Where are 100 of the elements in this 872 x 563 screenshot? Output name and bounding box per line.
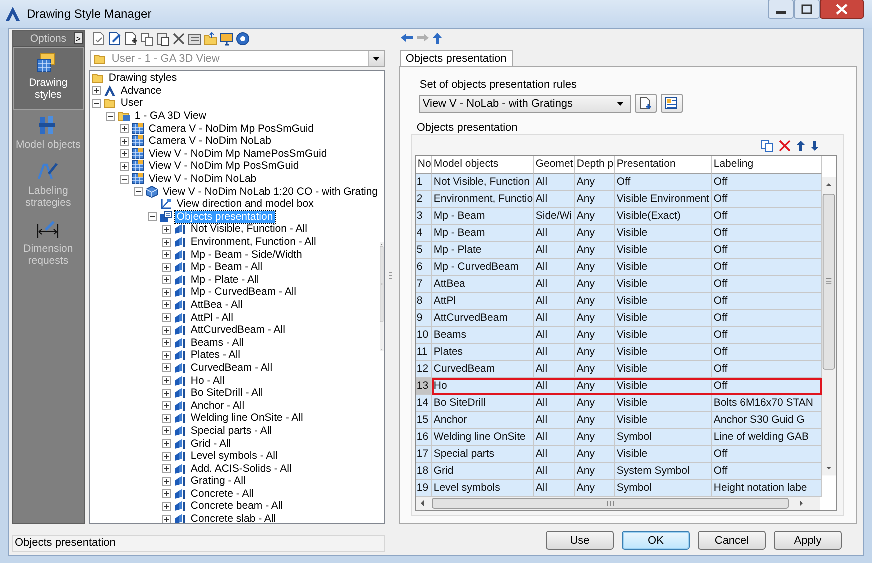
edit-icon[interactable] (108, 32, 122, 46)
tree-item[interactable]: View direction and model box (174, 198, 316, 210)
tree-item[interactable]: Camera V - NoDim Mp PosSmGuid (146, 122, 316, 135)
minimize-icon[interactable] (768, 0, 794, 19)
tree-item[interactable]: Beams - All (188, 336, 246, 349)
tree-item[interactable]: Drawing styles (106, 72, 180, 84)
expand-icon[interactable] (120, 136, 129, 146)
expand-icon[interactable] (162, 489, 171, 498)
folder-icon[interactable] (204, 32, 218, 46)
tree-item[interactable]: AttBea - All (188, 298, 245, 311)
collapse-icon[interactable] (148, 212, 157, 222)
expand-icon[interactable] (162, 464, 171, 474)
tree-item[interactable]: Ho - All (188, 374, 227, 387)
sidebar-item[interactable]: Drawing styles (13, 47, 84, 110)
tree-item[interactable]: Mp - Beam - Side/Width (188, 248, 304, 261)
expand-icon[interactable] (92, 86, 101, 96)
tree-item[interactable]: Concrete - All (188, 488, 256, 500)
dialog-button[interactable]: Apply (774, 531, 842, 550)
expand-icon[interactable] (162, 388, 171, 398)
tree-item[interactable]: Level symbols - All (188, 450, 280, 462)
up-arrow-icon[interactable] (796, 141, 805, 151)
tree-item[interactable]: Grid - All (188, 438, 234, 450)
down-arrow-icon[interactable] (810, 141, 819, 151)
rule-set-dropdown[interactable]: View V - NoLab - with Gratings (418, 94, 631, 112)
tree-item[interactable]: Advance (118, 84, 164, 97)
tree-item[interactable]: Bo SiteDrill - All (188, 387, 266, 400)
expand-icon[interactable] (162, 238, 171, 247)
close-icon[interactable] (820, 0, 864, 19)
new-document-icon[interactable] (124, 32, 138, 46)
toggle-button[interactable]: > (74, 32, 83, 44)
up-arrow-icon[interactable] (432, 32, 442, 44)
collapse-icon[interactable] (134, 187, 143, 196)
tree-item[interactable]: Anchor - All (188, 400, 247, 412)
dialog-button[interactable]: OK (622, 531, 690, 550)
tree-item[interactable]: View V - NoDim NoLab 1:20 CO - with Grating (160, 186, 380, 198)
collapse-icon[interactable] (106, 112, 115, 121)
expand-icon[interactable] (162, 363, 171, 372)
tree-item[interactable]: Not Visible, Function - All (188, 223, 310, 236)
expand-icon[interactable] (162, 439, 171, 448)
expand-icon[interactable] (162, 476, 171, 486)
tree-item[interactable]: Concrete beam - All (188, 500, 286, 512)
tree-item[interactable]: View V - NoDim NoLab (146, 173, 259, 186)
tree-item[interactable]: CurvedBeam - All (188, 362, 275, 374)
copy-icon[interactable] (140, 32, 154, 46)
expand-icon[interactable] (162, 502, 171, 511)
collapse-icon[interactable] (120, 174, 129, 184)
tree-item[interactable]: AttPl - All (188, 312, 236, 324)
expand-icon[interactable] (162, 514, 171, 523)
tree-item[interactable]: Camera V - NoDim NoLab (146, 135, 274, 148)
expand-icon[interactable] (162, 401, 171, 410)
collapse-icon[interactable] (92, 98, 101, 108)
help-icon[interactable] (236, 32, 250, 46)
tree-item[interactable]: View V - NoDim Mp PosSmGuid (146, 160, 302, 172)
table-cell: Any (574, 395, 615, 412)
back-icon[interactable] (400, 33, 413, 43)
maximize-icon[interactable] (794, 0, 820, 19)
tree-item[interactable]: AttCurvedBeam - All (188, 324, 288, 336)
tree-item[interactable]: 1 - GA 3D View (132, 110, 208, 122)
tree-item[interactable]: View V - NoDim Mp NamePosSmGuid (146, 148, 330, 160)
expand-icon[interactable] (162, 275, 171, 284)
tree-item[interactable]: Environment, Function - All (188, 236, 318, 248)
expand-icon[interactable] (162, 262, 171, 272)
expand-icon[interactable] (120, 162, 129, 171)
expand-icon[interactable] (162, 350, 171, 360)
expand-icon[interactable] (120, 124, 129, 134)
expand-icon[interactable] (162, 300, 171, 310)
dialog-button[interactable]: Use (546, 531, 614, 550)
expand-icon[interactable] (162, 452, 171, 461)
document-icon[interactable] (92, 32, 106, 46)
expand-icon[interactable] (162, 250, 171, 260)
delete-icon[interactable] (172, 32, 186, 46)
tree-item[interactable]: Mp - CurvedBeam - All (188, 286, 298, 298)
copy-icon[interactable] (760, 140, 773, 152)
expand-icon[interactable] (162, 288, 171, 297)
tree-item[interactable]: Welding line OnSite - All (188, 412, 306, 424)
expand-icon[interactable] (162, 426, 171, 436)
expand-icon[interactable] (120, 149, 129, 158)
expand-icon[interactable] (162, 313, 171, 322)
tree-item[interactable]: Special parts - All (188, 424, 274, 437)
tree-item[interactable]: Mp - Plate - All (188, 274, 262, 286)
expand-icon[interactable] (162, 414, 171, 423)
monitor-icon[interactable] (220, 32, 234, 46)
expand-icon[interactable] (162, 326, 171, 335)
tree-item[interactable]: Mp - Beam - All (188, 261, 265, 274)
dialog-button[interactable]: Cancel (698, 531, 766, 550)
tree-item[interactable]: User (118, 97, 146, 110)
expand-icon[interactable] (162, 338, 171, 348)
delete-icon[interactable] (778, 140, 791, 152)
import-icon[interactable] (188, 32, 202, 46)
tree-item[interactable]: Plates - All (188, 349, 242, 362)
new-button[interactable] (634, 94, 657, 113)
tree-item[interactable]: Add. ACIS-Solids - All (188, 462, 294, 475)
tab[interactable]: Objects presentation (400, 50, 513, 67)
tree-item[interactable]: Grating - All (188, 475, 248, 488)
tree-item[interactable]: Concrete slab - All (188, 513, 278, 523)
scrollbar[interactable] (416, 497, 820, 510)
paste-icon[interactable] (156, 32, 170, 46)
expand-icon[interactable] (162, 224, 171, 234)
expand-icon[interactable] (162, 376, 171, 386)
properties-button[interactable] (660, 94, 683, 113)
